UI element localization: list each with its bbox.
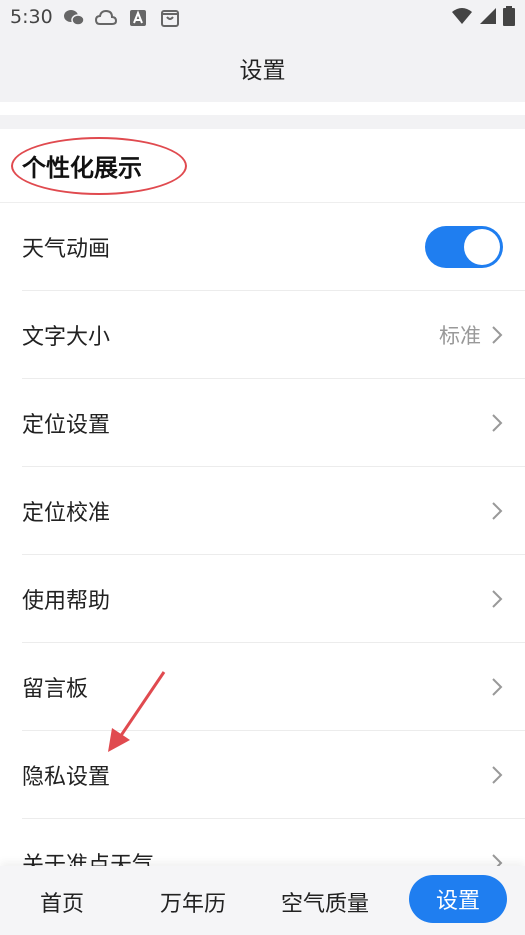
- toggle-knob: [464, 229, 500, 265]
- setting-label: 定位设置: [22, 413, 111, 438]
- wifi-icon: [451, 7, 473, 29]
- settings-section: 个性化展示 天气动画 文字大小 标准 定位设置 定位校准 使用帮助 留言板 隐私…: [0, 129, 525, 869]
- setting-label: 文字大小: [22, 325, 111, 350]
- nav-air-quality[interactable]: 空气质量: [281, 886, 369, 918]
- setting-label: 留言板: [22, 677, 89, 702]
- setting-row-font-size[interactable]: 文字大小 标准: [0, 291, 525, 379]
- chevron-right-icon: [492, 414, 503, 432]
- signal-icon: [479, 7, 497, 29]
- section-header: 个性化展示: [0, 129, 525, 203]
- setting-label: 天气动画: [22, 237, 111, 262]
- status-time: 5:30: [10, 6, 53, 28]
- weather-animation-toggle[interactable]: [425, 226, 503, 268]
- wechat-icon: [62, 7, 86, 29]
- setting-row-message-board[interactable]: 留言板: [0, 643, 525, 731]
- arrow-annotation: [108, 671, 166, 752]
- chevron-right-icon: [492, 678, 503, 696]
- nav-settings-active[interactable]: 设置: [409, 875, 507, 923]
- status-bar: 5:30: [0, 0, 525, 36]
- page-title: 设置: [239, 58, 286, 84]
- setting-row-location-calibration[interactable]: 定位校准: [0, 467, 525, 555]
- setting-label: 使用帮助: [22, 589, 111, 614]
- setting-row-about[interactable]: 关于准点天气: [0, 819, 525, 869]
- cloud-icon: [94, 7, 118, 29]
- nav-calendar[interactable]: 万年历: [160, 886, 226, 918]
- row-right: 标准: [439, 320, 503, 350]
- bag-icon: [158, 7, 182, 29]
- chevron-right-icon: [492, 502, 503, 520]
- setting-row-weather-animation[interactable]: 天气动画: [0, 203, 525, 291]
- setting-row-help[interactable]: 使用帮助: [0, 555, 525, 643]
- chevron-right-icon: [492, 326, 503, 344]
- chevron-right-icon: [492, 590, 503, 608]
- setting-label: 定位校准: [22, 501, 111, 526]
- section-title: 个性化展示: [22, 154, 142, 182]
- setting-row-privacy[interactable]: 隐私设置: [0, 731, 525, 819]
- content-top-strip: [0, 102, 525, 115]
- setting-row-location-settings[interactable]: 定位设置: [0, 379, 525, 467]
- notification-icons: [62, 7, 182, 29]
- battery-icon: [503, 6, 515, 30]
- system-icons: [451, 6, 515, 30]
- bottom-nav: 首页 万年历 空气质量 设置: [0, 866, 525, 935]
- chevron-right-icon: [492, 766, 503, 784]
- nav-home[interactable]: 首页: [40, 886, 84, 918]
- setting-label: 隐私设置: [22, 765, 111, 790]
- title-bar: 设置: [0, 36, 525, 100]
- setting-value: 标准: [439, 324, 481, 348]
- a-icon: [126, 7, 150, 29]
